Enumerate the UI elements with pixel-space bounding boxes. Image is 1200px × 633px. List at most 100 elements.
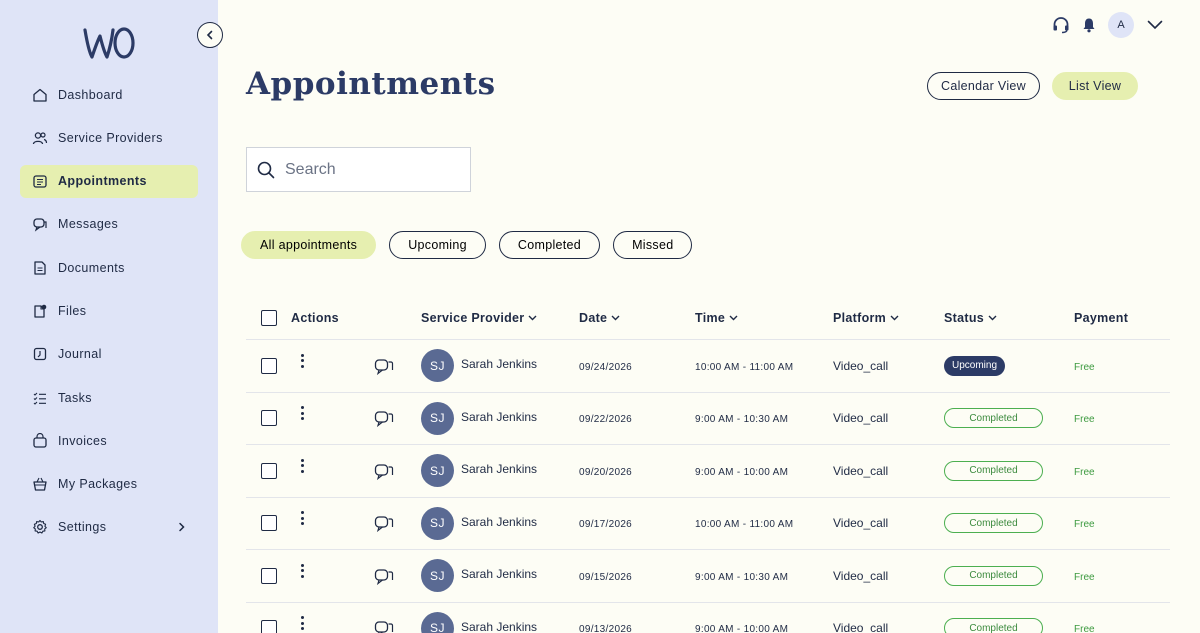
header-date: Date	[579, 311, 608, 325]
more-actions-button[interactable]	[296, 458, 308, 474]
filter-all-appointments[interactable]: All appointments	[241, 231, 377, 259]
provider-name: Sarah Jenkins	[461, 409, 538, 424]
sidebar-item-service-providers[interactable]: Service Providers	[20, 121, 198, 154]
sidebar-item-appointments[interactable]: Appointments	[20, 164, 198, 198]
sort-service-provider[interactable]: Service Provider	[421, 311, 537, 325]
payment-value: Free	[1074, 519, 1095, 531]
row-checkbox[interactable]	[261, 357, 277, 374]
message-icon[interactable]	[374, 409, 394, 428]
appointment-platform: Video_call	[833, 621, 889, 633]
provider-name: Sarah Jenkins	[461, 357, 538, 372]
message-icon[interactable]	[374, 462, 394, 480]
appointment-time: 10:00 AM - 11:00 AM	[695, 361, 794, 373]
collapse-sidebar-button[interactable]	[197, 22, 223, 48]
payment-value: Free	[1074, 361, 1095, 373]
select-all-checkbox[interactable]	[261, 310, 277, 326]
list-view-button[interactable]: List View	[1052, 72, 1138, 100]
appointment-time: 9:00 AM - 10:00 AM	[695, 466, 789, 478]
sidebar-item-documents[interactable]: Documents	[20, 251, 198, 284]
status-badge: Completed	[944, 618, 1043, 633]
sidebar-item-settings[interactable]: Settings	[20, 511, 198, 544]
payment-value: Free	[1074, 466, 1095, 478]
sort-time[interactable]: Time	[695, 311, 738, 325]
message-icon[interactable]	[374, 514, 394, 533]
support-button[interactable]	[1050, 14, 1072, 36]
table-body: SJ Sarah Jenkins 09/24/2026 10:00 AM - 11:0…	[246, 340, 1170, 633]
header-payment: Payment	[1074, 311, 1129, 325]
sidebar-item-dashboard[interactable]: Dashboard	[20, 78, 198, 111]
sort-date[interactable]: Date	[579, 311, 620, 325]
sort-platform[interactable]: Platform	[833, 311, 899, 325]
users-icon	[32, 130, 48, 146]
sidebar-nav: Dashboard Service Providers Appointments Me…	[20, 78, 198, 554]
chat-icon	[32, 216, 48, 233]
gear-icon	[32, 519, 48, 535]
document-icon	[32, 260, 48, 276]
appointment-platform: Video_call	[833, 358, 889, 373]
filter-upcoming[interactable]: Upcoming	[389, 231, 486, 259]
table-row: SJ Sarah Jenkins 09/20/2026 9:00 AM - 10:00…	[246, 445, 1170, 498]
row-checkbox[interactable]	[261, 620, 277, 633]
message-icon[interactable]	[374, 567, 394, 585]
sidebar-item-tasks[interactable]: Tasks	[20, 381, 198, 414]
sidebar-item-invoices[interactable]: Invoices	[20, 424, 198, 457]
status-badge: Completed	[944, 513, 1043, 534]
row-checkbox[interactable]	[261, 410, 277, 427]
message-icon[interactable]	[374, 619, 394, 633]
sidebar-item-label: Dashboard	[58, 87, 123, 102]
sidebar-item-my-packages[interactable]: My Packages	[20, 468, 198, 501]
sidebar-item-files[interactable]: Files	[20, 294, 198, 327]
notifications-button[interactable]	[1078, 14, 1100, 36]
sidebar-item-label: Tasks	[58, 390, 92, 405]
more-actions-button[interactable]	[296, 510, 308, 526]
table-header: Actions Service Provider Date Time Platf…	[246, 297, 1170, 340]
tasks-icon	[32, 390, 48, 406]
more-actions-button[interactable]	[296, 615, 308, 631]
header-actions: Actions	[291, 311, 339, 325]
sort-status[interactable]: Status	[944, 311, 997, 325]
provider-avatar: SJ	[421, 559, 454, 593]
payment-value: Free	[1074, 624, 1095, 633]
message-icon[interactable]	[374, 357, 394, 375]
filter-chips: All appointments Upcoming Completed Missed	[241, 231, 705, 259]
more-actions-button[interactable]	[296, 405, 308, 421]
header-platform: Platform	[833, 311, 887, 325]
journal-icon	[32, 346, 48, 362]
chevron-down-icon	[528, 315, 537, 321]
appointment-time: 9:00 AM - 10:00 AM	[695, 624, 789, 633]
basket-icon	[32, 476, 48, 492]
topbar: A	[1044, 12, 1166, 38]
appointment-platform: Video_call	[833, 463, 889, 478]
bell-icon	[1083, 18, 1095, 33]
sidebar-item-label: Service Providers	[58, 130, 163, 145]
calendar-view-button[interactable]: Calendar View	[927, 72, 1040, 100]
sidebar: Dashboard Service Providers Appointments Me…	[0, 0, 218, 633]
provider-name: Sarah Jenkins	[461, 514, 538, 529]
search-input[interactable]	[285, 160, 455, 179]
appointment-time: 9:00 AM - 10:30 AM	[695, 571, 789, 583]
row-checkbox[interactable]	[261, 462, 277, 479]
row-checkbox[interactable]	[261, 567, 277, 584]
chevron-down-icon	[890, 315, 899, 321]
filter-completed[interactable]: Completed	[498, 231, 601, 259]
chevron-right-icon	[178, 522, 186, 532]
user-avatar[interactable]: A	[1108, 12, 1134, 38]
more-actions-button[interactable]	[296, 563, 308, 579]
status-badge: Completed	[944, 460, 1043, 481]
chevron-down-icon	[611, 315, 620, 321]
table-row: SJ Sarah Jenkins 09/24/2026 10:00 AM - 11:0…	[246, 340, 1170, 393]
appointment-date: 09/20/2026	[579, 466, 633, 478]
user-menu-toggle[interactable]	[1144, 14, 1166, 36]
more-actions-button[interactable]	[296, 353, 308, 369]
sidebar-item-label: Files	[58, 303, 87, 318]
provider-name: Sarah Jenkins	[461, 619, 538, 633]
row-checkbox[interactable]	[261, 515, 277, 532]
filter-missed[interactable]: Missed	[613, 231, 693, 259]
appointments-table: Actions Service Provider Date Time Platf…	[246, 297, 1170, 633]
payment-value: Free	[1074, 571, 1095, 583]
sidebar-item-label: Settings	[58, 520, 107, 535]
files-icon	[32, 303, 48, 319]
provider-name: Sarah Jenkins	[461, 462, 538, 477]
sidebar-item-journal[interactable]: Journal	[20, 338, 198, 371]
sidebar-item-messages[interactable]: Messages	[20, 208, 198, 241]
